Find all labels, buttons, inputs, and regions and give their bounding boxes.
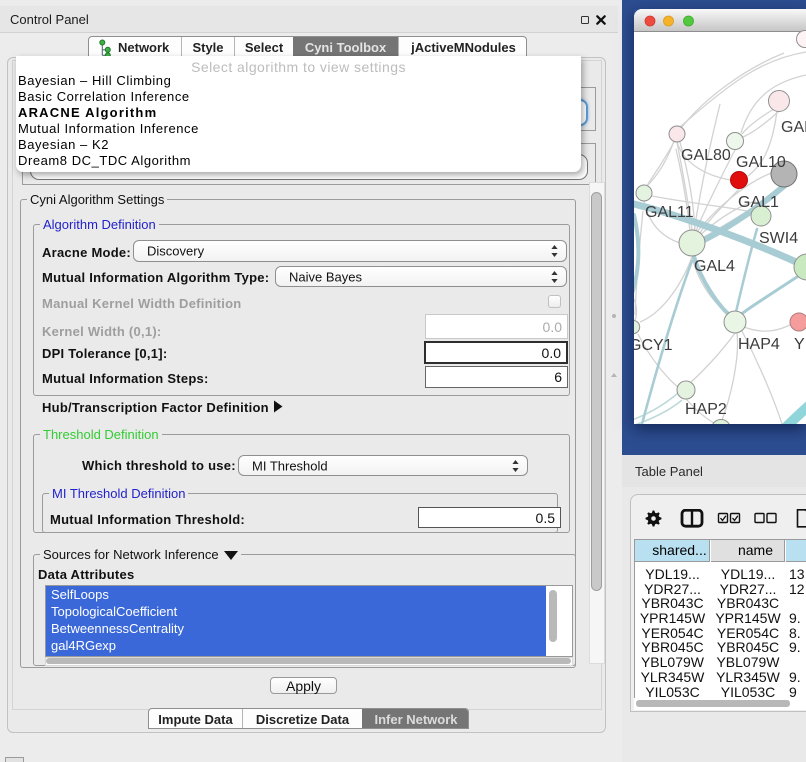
svg-text:GCY1: GCY1 xyxy=(634,337,673,354)
svg-text:GAL4: GAL4 xyxy=(694,258,735,275)
svg-text:Y: Y xyxy=(794,336,805,353)
svg-text:HAP2: HAP2 xyxy=(685,401,727,418)
svg-text:GAL10: GAL10 xyxy=(736,154,786,171)
svg-text:HAP4: HAP4 xyxy=(738,336,780,353)
svg-text:GAL11: GAL11 xyxy=(645,204,694,221)
svg-text:GAL1: GAL1 xyxy=(738,194,779,211)
svg-text:SWI4: SWI4 xyxy=(759,230,798,247)
svg-text:GAL7: GAL7 xyxy=(781,119,806,136)
svg-text:GAL80: GAL80 xyxy=(681,147,731,164)
